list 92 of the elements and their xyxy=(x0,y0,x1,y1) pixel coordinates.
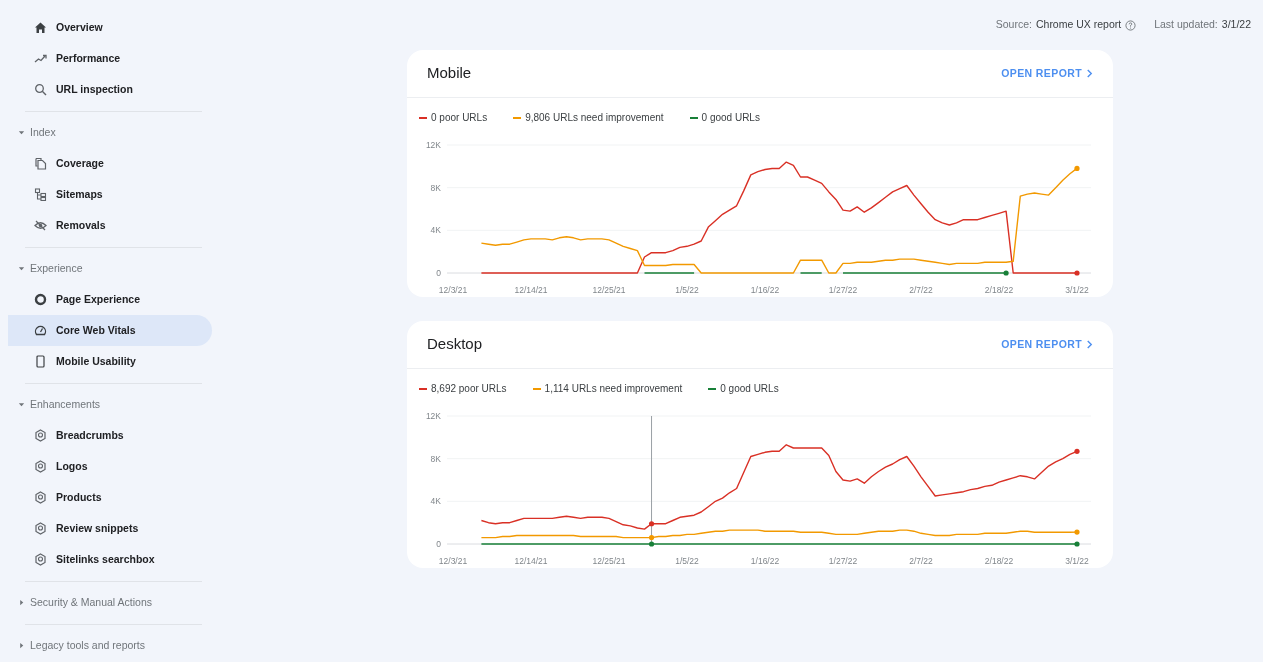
sidebar-item[interactable]: Overview xyxy=(8,12,212,43)
badge-icon xyxy=(34,522,47,535)
legend-label: 9,806 URLs need improvement xyxy=(525,111,664,125)
section-header[interactable]: Experience xyxy=(8,253,212,284)
legend-swatch xyxy=(708,387,717,390)
phone-icon xyxy=(34,355,47,368)
axis-label: 12/14/21 xyxy=(514,285,548,295)
legend-swatch xyxy=(419,387,427,390)
card-title: Mobile xyxy=(427,63,472,84)
chevron-icon xyxy=(1086,69,1093,78)
source-label: Source: xyxy=(995,17,1032,33)
sidebar-item[interactable]: URL inspection xyxy=(8,74,212,105)
section-header[interactable]: Index xyxy=(8,117,212,148)
legend-swatch xyxy=(513,116,522,119)
axis-label: 3/1/22 xyxy=(1065,556,1089,566)
axis-label: 12/3/21 xyxy=(438,285,468,295)
legend-label: 0 poor URLs xyxy=(431,111,488,125)
search-icon xyxy=(34,83,47,96)
axis-label: 12/25/21 xyxy=(592,556,626,566)
badge-icon xyxy=(34,460,47,473)
caret-icon xyxy=(18,265,25,272)
axis-label: 2/18/22 xyxy=(984,285,1014,295)
sidebar-item[interactable]: Sitemaps xyxy=(8,179,212,210)
axis-label: 2/18/22 xyxy=(984,556,1014,566)
axis-label: 1/16/22 xyxy=(750,556,780,566)
trend-icon xyxy=(34,52,47,65)
data-point xyxy=(1003,270,1009,276)
caret-icon xyxy=(18,129,25,136)
axis-label: 12/25/21 xyxy=(592,285,626,295)
source-value: Chrome UX report xyxy=(1035,17,1122,33)
axis-label: 4K xyxy=(430,225,441,236)
axis-label: 4K xyxy=(430,496,441,507)
sidebar-item[interactable]: Removals xyxy=(8,210,212,241)
caret-icon xyxy=(18,642,25,649)
sidebar-item[interactable]: Sitelinks searchbox xyxy=(8,544,212,575)
sidebar-item[interactable]: Review snippets xyxy=(8,513,212,544)
sidebar-item[interactable]: Mobile Usability xyxy=(8,346,212,377)
pages-icon xyxy=(34,157,47,170)
section-header[interactable]: Security & Manual Actions xyxy=(8,587,212,618)
axis-label: 8K xyxy=(430,453,441,464)
data-point xyxy=(1074,529,1080,535)
data-point xyxy=(648,521,655,527)
axis-label: 12/14/21 xyxy=(514,556,548,566)
data-point xyxy=(1074,541,1080,547)
axis-label: 2/7/22 xyxy=(909,556,933,566)
section-header[interactable]: Legacy tools and reports xyxy=(8,630,212,661)
axis-label: 1/5/22 xyxy=(675,556,699,566)
house-icon xyxy=(34,21,47,34)
axis-label: 0 xyxy=(436,539,441,549)
chevron-icon xyxy=(1086,340,1093,349)
sidebar-item[interactable]: Logos xyxy=(8,451,212,482)
legend-label: 1,114 URLs need improvement xyxy=(544,382,683,396)
updated-value: 3/1/22 xyxy=(1221,17,1251,33)
legend-swatch xyxy=(689,116,698,119)
axis-label: 8K xyxy=(430,182,441,193)
sidebar-item[interactable]: Products xyxy=(8,482,212,513)
card-title: Desktop xyxy=(427,334,483,355)
gauge-icon xyxy=(34,324,47,337)
badge-icon xyxy=(34,553,47,566)
axis-label: 12K xyxy=(425,140,441,150)
updated-label: Last updated: xyxy=(1154,17,1218,33)
data-point xyxy=(1074,270,1080,276)
axis-label: 12/3/21 xyxy=(438,556,468,566)
legend-label: 0 good URLs xyxy=(701,111,760,125)
section-header[interactable]: Enhancements xyxy=(8,389,212,420)
badge-icon xyxy=(34,491,47,504)
legend-label: 0 good URLs xyxy=(720,382,779,396)
axis-label: 1/16/22 xyxy=(750,285,780,295)
legend-label: 8,692 poor URLs xyxy=(431,382,507,396)
axis-label: 2/7/22 xyxy=(909,285,933,295)
legend-swatch xyxy=(532,387,541,390)
hidden-eye-icon xyxy=(34,219,47,232)
badge-icon xyxy=(34,429,47,442)
axis-label: 0 xyxy=(436,268,441,278)
axis-label: 1/27/22 xyxy=(828,285,858,295)
sidebar-item[interactable]: Core Web Vitals xyxy=(8,315,212,346)
sitemap-icon xyxy=(34,188,47,201)
axis-label: 3/1/22 xyxy=(1065,285,1089,295)
caret-icon xyxy=(18,401,25,408)
data-point xyxy=(1074,165,1080,171)
data-point xyxy=(1074,448,1080,454)
axis-label: 12K xyxy=(425,411,441,421)
legend-swatch xyxy=(419,116,427,119)
caret-icon xyxy=(18,599,25,606)
sidebar-item[interactable]: Breadcrumbs xyxy=(8,420,212,451)
sidebar-item[interactable]: Performance xyxy=(8,43,212,74)
axis-label: 1/27/22 xyxy=(828,556,858,566)
ring-icon xyxy=(34,293,47,306)
axis-label: 1/5/22 xyxy=(675,285,699,295)
sidebar-item[interactable]: Coverage xyxy=(8,148,212,179)
help-icon[interactable] xyxy=(1125,19,1137,31)
sidebar-item[interactable]: Page Experience xyxy=(8,284,212,315)
